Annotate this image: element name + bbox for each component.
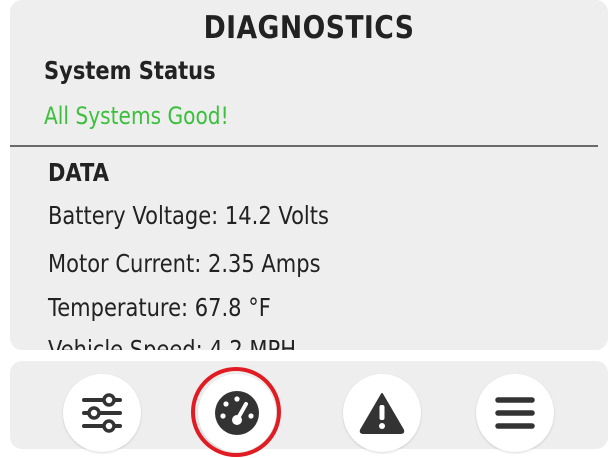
alerts-button[interactable]: [343, 374, 421, 452]
page-title: DIAGNOSTICS: [203, 10, 415, 46]
warning-icon: [359, 393, 405, 434]
hamburger-menu-icon: [495, 397, 535, 429]
temperature-readout: Temperature: 67.8 °F: [48, 293, 271, 322]
bottom-nav-bar: [10, 361, 608, 457]
motor-current-readout: Motor Current: 2.35 Amps: [48, 249, 321, 278]
diagnostics-panel: DIAGNOSTICS System Status All Systems Go…: [10, 0, 608, 350]
menu-button[interactable]: [476, 374, 554, 452]
sliders-icon: [82, 393, 122, 433]
vehicle-speed-readout: Vehicle Speed: 4.2 MPH: [48, 335, 297, 350]
section-divider: [10, 145, 598, 147]
data-heading: DATA: [48, 158, 110, 187]
diagnostics-button[interactable]: [198, 374, 276, 452]
system-status-text: All Systems Good!: [44, 102, 229, 130]
battery-voltage-readout: Battery Voltage: 14.2 Volts: [48, 201, 329, 230]
gauge-icon: [215, 391, 259, 435]
system-status-heading: System Status: [44, 56, 216, 85]
settings-button[interactable]: [63, 374, 141, 452]
